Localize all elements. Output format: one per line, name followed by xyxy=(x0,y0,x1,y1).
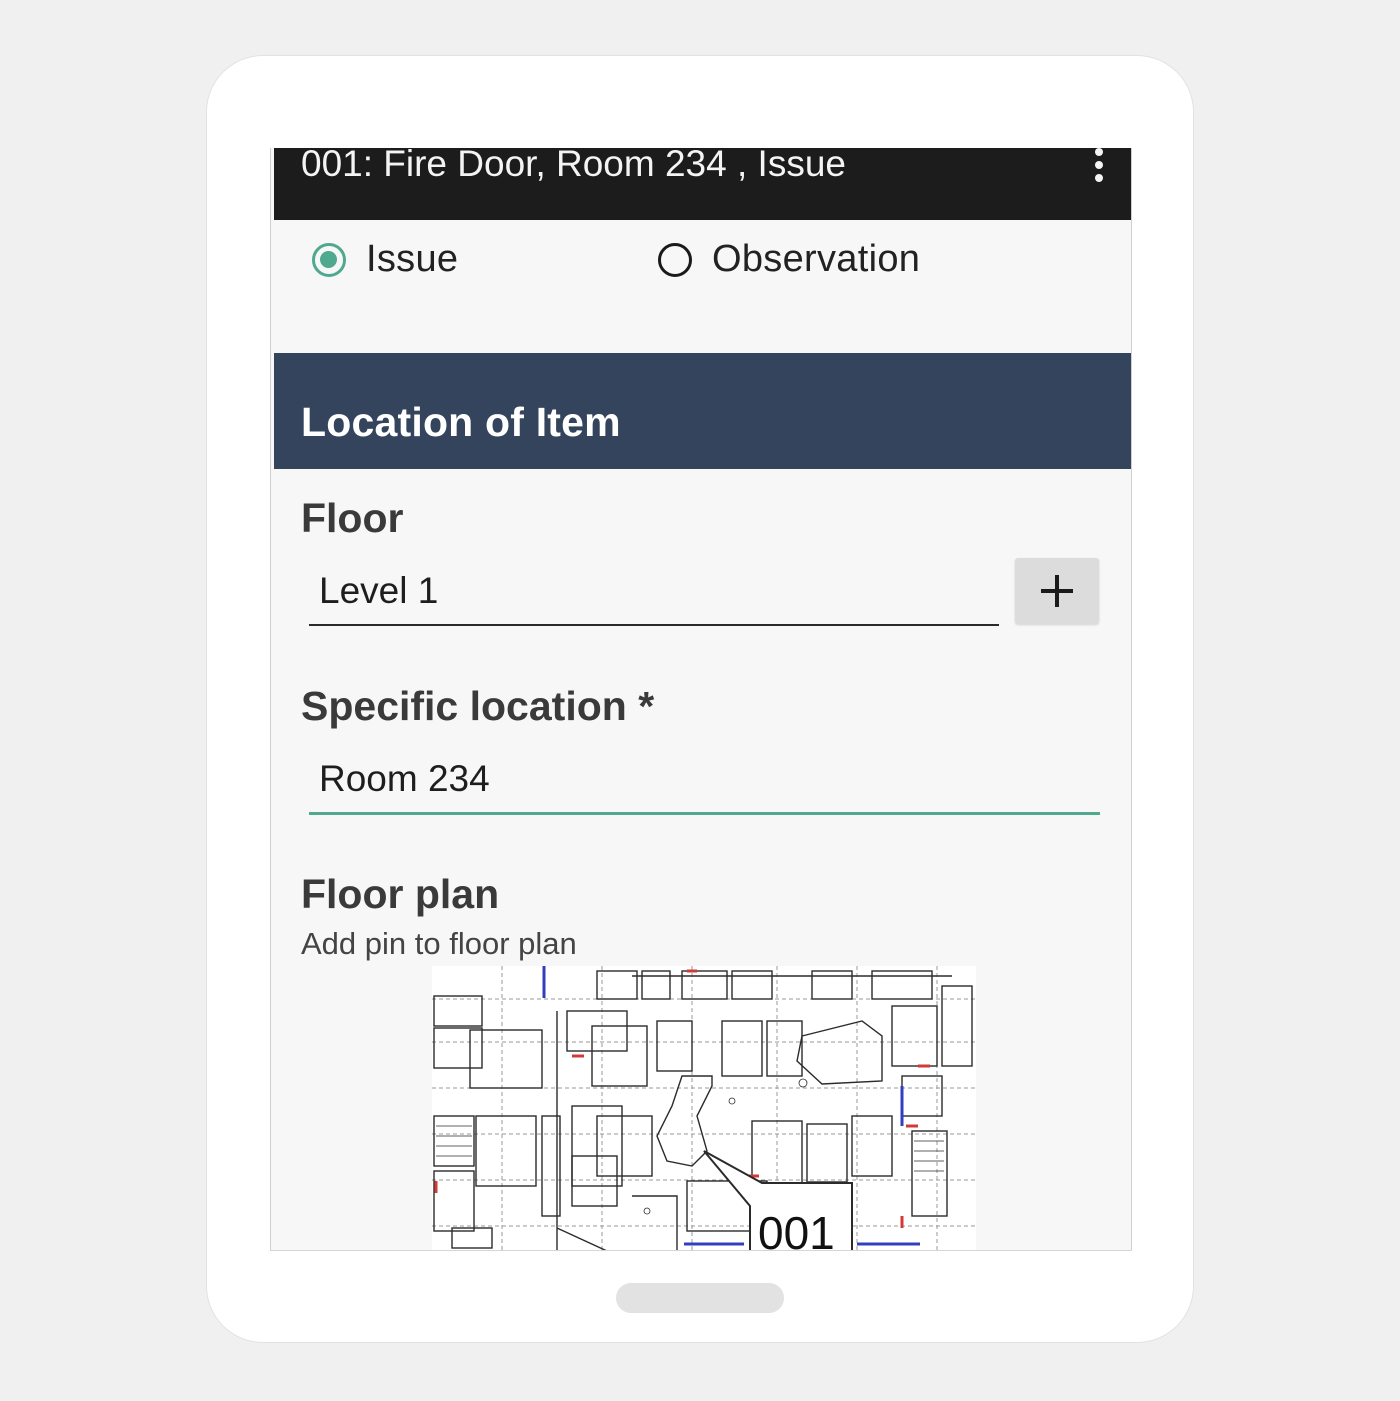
add-floor-button[interactable] xyxy=(1015,558,1099,624)
item-type-radio-group: Issue Observation xyxy=(271,238,1131,286)
floor-plan-image[interactable]: 001 xyxy=(432,966,976,1251)
section-title: Location of Item xyxy=(301,399,621,445)
floor-plan-pin-label: 001 xyxy=(758,1207,835,1251)
radio-checked-icon xyxy=(312,242,346,277)
floor-field[interactable]: Level 1 xyxy=(309,570,999,626)
floor-label: Floor xyxy=(301,495,404,541)
home-indicator[interactable] xyxy=(616,1283,784,1313)
floor-plan-hint: Add pin to floor plan xyxy=(301,926,577,961)
radio-observation[interactable]: Observation xyxy=(658,238,920,281)
app-screen: 001: Fire Door, Room 234 , Issue Issue O… xyxy=(270,148,1132,1251)
title-bar: 001: Fire Door, Room 234 , Issue xyxy=(274,148,1131,220)
specific-location-field[interactable]: Room 234 xyxy=(309,758,1100,815)
radio-issue[interactable]: Issue xyxy=(312,238,458,281)
kebab-menu-icon[interactable] xyxy=(1094,148,1104,182)
radio-issue-label: Issue xyxy=(366,238,459,280)
floor-plan-label: Floor plan xyxy=(301,871,500,917)
page-title: 001: Fire Door, Room 234 , Issue xyxy=(301,148,846,184)
section-header: Location of Item xyxy=(274,353,1131,469)
radio-unchecked-icon xyxy=(658,242,692,277)
specific-location-label: Specific location * xyxy=(301,683,655,729)
radio-observation-label: Observation xyxy=(712,238,921,280)
